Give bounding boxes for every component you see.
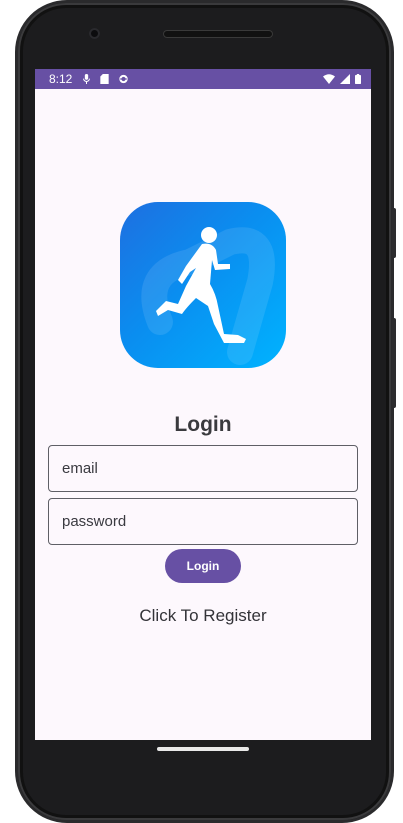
app-logo bbox=[120, 202, 286, 368]
home-gesture-bar[interactable] bbox=[157, 747, 249, 751]
earpiece-speaker bbox=[163, 30, 273, 38]
sd-card-icon bbox=[100, 74, 110, 84]
power-button bbox=[392, 208, 396, 258]
signal-icon bbox=[340, 74, 350, 84]
volume-button bbox=[392, 318, 396, 408]
password-field[interactable] bbox=[48, 498, 358, 545]
register-link[interactable]: Click To Register bbox=[35, 606, 371, 626]
runner-icon bbox=[141, 227, 275, 365]
front-camera bbox=[89, 28, 100, 39]
page-title: Login bbox=[174, 413, 232, 436]
screen: 8:12 Login Login Click To Register bbox=[35, 69, 371, 740]
sync-icon bbox=[119, 74, 129, 84]
wifi-icon bbox=[323, 74, 335, 84]
status-time: 8:12 bbox=[49, 72, 73, 86]
mic-icon bbox=[83, 74, 91, 84]
battery-icon bbox=[355, 74, 361, 84]
login-button[interactable]: Login bbox=[165, 549, 241, 583]
status-bar: 8:12 bbox=[35, 69, 371, 89]
email-field[interactable] bbox=[48, 445, 358, 492]
